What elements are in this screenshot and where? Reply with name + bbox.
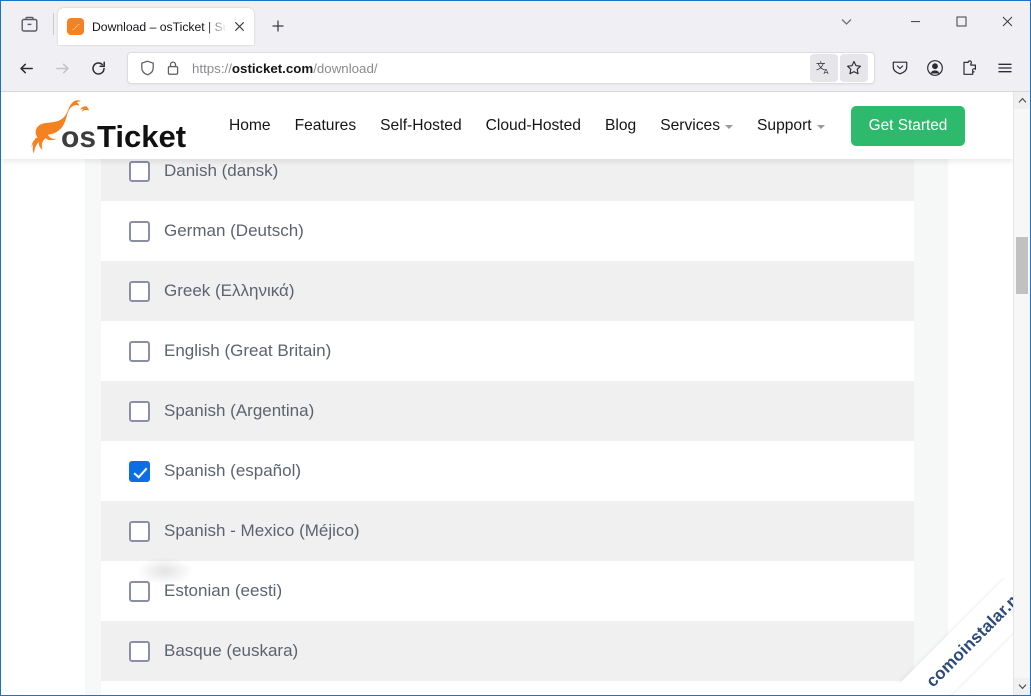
nav-item-label: Home [229,117,271,135]
shield-icon[interactable] [134,55,160,81]
translate-icon[interactable]: 文 A [810,54,838,82]
language-row[interactable]: Spanish - Mexico (Méjico) [101,501,914,561]
language-row[interactable]: German (Deutsch) [101,201,914,261]
nav-item-label: Services [660,117,720,135]
browser-window: Download – osTicket | Support T [0,0,1031,696]
language-label: Spanish (español) [164,461,301,481]
chevron-down-icon [725,125,733,129]
nav-item-features[interactable]: Features [283,111,369,141]
app-menu-icon[interactable] [988,51,1022,85]
nav-item-blog[interactable]: Blog [593,111,648,141]
language-label: Estonian (eesti) [164,581,282,601]
nav-item-label: Self-Hosted [380,117,461,135]
close-button[interactable] [984,1,1030,41]
back-icon[interactable] [9,51,43,85]
language-row[interactable]: Basque (euskara) [101,621,914,681]
firefox-view-button[interactable] [9,6,49,42]
nav-item-label: Cloud-Hosted [486,117,581,135]
checkbox-icon[interactable] [129,161,150,182]
checkbox-icon[interactable] [129,641,150,662]
language-row[interactable]: Danish (dansk) [101,159,914,201]
main-nav: Home Features Self-Hosted Cloud-Hosted Blog S… [217,111,837,141]
language-row[interactable] [101,681,914,695]
language-row[interactable]: Estonian (eesti) [101,561,914,621]
forward-icon[interactable] [45,51,79,85]
language-label: German (Deutsch) [164,221,304,241]
nav-item-label: Blog [605,117,636,135]
osticket-favicon [67,18,84,35]
close-icon[interactable] [228,16,250,38]
nav-item-cloud-hosted[interactable]: Cloud-Hosted [474,111,593,141]
language-list: Danish (dansk) German (Deutsch) Greek (Ελλ… [101,159,914,695]
vertical-scrollbar[interactable] [1013,92,1030,695]
url-text: https://osticket.com/download/ [192,61,810,76]
downloads-icon[interactable] [883,51,917,85]
svg-text:A: A [823,67,829,76]
scrollbar-track[interactable] [1014,109,1030,678]
checkbox-icon[interactable] [129,281,150,302]
window-controls [826,1,1030,41]
address-bar[interactable]: https://osticket.com/download/ 文 A [127,52,875,84]
minimize-button[interactable] [892,1,938,41]
get-started-button[interactable]: Get Started [851,106,966,146]
svg-text:Ticket: Ticket [97,119,186,154]
new-tab-button[interactable] [262,10,294,42]
page-content: Danish (dansk) German (Deutsch) Greek (Ελλ… [1,92,1013,695]
language-label: Greek (Ελληνικά) [164,281,295,301]
nav-item-support[interactable]: Support [745,111,837,141]
right-gutter [914,159,948,695]
tab-separator [53,13,54,35]
scrollbar-thumb[interactable] [1016,237,1028,294]
language-list-region: Danish (dansk) German (Deutsch) Greek (Ελλ… [1,159,1013,695]
language-row[interactable]: Spanish (Argentina) [101,381,914,441]
lock-icon[interactable] [160,55,186,81]
checkbox-icon[interactable] [129,521,150,542]
scroll-down-arrow[interactable] [1014,678,1030,695]
toolbar-actions [883,51,1022,85]
language-label: Spanish (Argentina) [164,401,314,421]
nav-item-home[interactable]: Home [217,111,283,141]
osticket-logo[interactable]: os Ticket [23,95,195,157]
nav-item-label: Features [295,117,357,135]
language-label: Spanish - Mexico (Méjico) [164,521,360,541]
site-header: os Ticket Home Features Self-Hosted Cloud-H… [1,92,1013,159]
checkbox-checked-icon[interactable] [129,461,150,482]
checkbox-icon[interactable] [129,401,150,422]
language-label: Basque (euskara) [164,641,298,661]
chevron-down-icon [817,125,825,129]
checkbox-icon[interactable] [129,341,150,362]
svg-text:os: os [61,121,96,154]
nav-item-services[interactable]: Services [648,111,745,141]
language-row[interactable]: English (Great Britain) [101,321,914,381]
language-row[interactable]: Greek (Ελληνικά) [101,261,914,321]
reload-icon[interactable] [81,51,115,85]
bookmark-star-icon[interactable] [840,54,868,82]
language-label: English (Great Britain) [164,341,331,361]
checkbox-icon[interactable] [129,221,150,242]
tab-title: Download – osTicket | Support T [92,20,228,34]
navigation-toolbar: https://osticket.com/download/ 文 A [1,45,1030,91]
checkbox-icon[interactable] [129,581,150,602]
page-viewport: Danish (dansk) German (Deutsch) Greek (Ελλ… [1,91,1030,695]
tab-strip: Download – osTicket | Support T [1,1,1030,45]
scroll-up-arrow[interactable] [1014,92,1030,109]
language-row[interactable]: Spanish (español) [101,441,914,501]
nav-item-self-hosted[interactable]: Self-Hosted [368,111,473,141]
account-icon[interactable] [918,51,952,85]
extensions-icon[interactable] [953,51,987,85]
left-gutter [85,159,101,695]
browser-tab[interactable]: Download – osTicket | Support T [58,8,254,45]
maximize-button[interactable] [938,1,984,41]
list-all-tabs-button[interactable] [826,1,866,41]
language-label: Danish (dansk) [164,161,278,181]
nav-item-label: Support [757,117,812,135]
